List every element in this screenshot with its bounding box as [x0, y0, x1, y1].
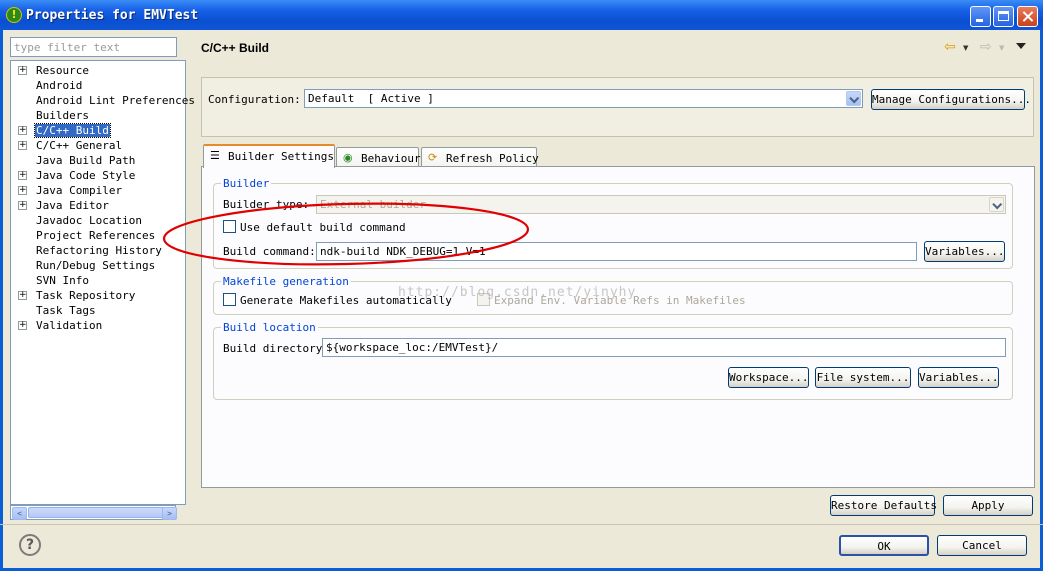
tree-item[interactable]: SVN Info [11, 273, 185, 288]
property-tree[interactable]: + Resource Android Android Lint Preferences… [10, 60, 195, 505]
file-system-button[interactable]: File system... [815, 367, 911, 388]
expand-icon[interactable]: + [18, 201, 27, 210]
expand-icon[interactable]: + [18, 171, 27, 180]
scroll-right-icon[interactable]: > [162, 507, 177, 520]
tree-item-label: Project References [36, 229, 156, 242]
tree-item[interactable]: + Java Compiler [11, 183, 185, 198]
tree-item[interactable]: + Task Repository [11, 288, 185, 303]
makefile-group-title: Makefile generation [221, 275, 351, 288]
view-menu-icon[interactable] [1016, 43, 1026, 49]
filter-input[interactable]: type filter text [10, 37, 177, 57]
configuration-label: Configuration: [208, 93, 301, 106]
list-icon: ☰ [210, 149, 220, 162]
tree-item-label: Android [36, 79, 83, 92]
tab-builder-settings[interactable]: ☰ Builder Settings [203, 144, 335, 168]
forward-arrow-icon: ⇨ [980, 39, 992, 55]
restore-defaults-button[interactable]: Restore Defaults [830, 495, 937, 516]
tree-item-label: Refactoring History [36, 244, 162, 257]
tree-item-label: Java Editor [36, 199, 109, 212]
back-dropdown-icon[interactable]: ▼ [963, 44, 968, 52]
tree-item-label: C/C++ General [36, 139, 123, 152]
builder-variables-button[interactable]: Variables... [924, 241, 1005, 262]
apply-button[interactable]: Apply [943, 495, 1033, 516]
watermark: http://blog.csdn.net/yinyhy [398, 285, 637, 300]
forward-dropdown-icon: ▼ [999, 44, 1005, 52]
workspace-button[interactable]: Workspace... [728, 367, 809, 388]
tree-item[interactable]: Refactoring History [11, 243, 185, 258]
chevron-down-icon [989, 197, 1004, 212]
back-arrow-icon[interactable]: ⇦ [944, 40, 958, 54]
refresh-icon: ⟳ [428, 151, 438, 164]
minimize-icon [976, 19, 983, 22]
build-location-variables-button[interactable]: Variables... [918, 367, 999, 388]
eclipse-app-icon: ! [6, 7, 22, 23]
tree-item[interactable]: + Validation [11, 318, 185, 333]
tree-item[interactable]: + C/C++ Build [11, 123, 185, 138]
tree-item[interactable]: + Resource [11, 63, 185, 78]
tree-item[interactable]: Run/Debug Settings [11, 258, 185, 273]
window-title: Properties for EMVTest [26, 8, 199, 23]
tab-label: Behaviour [361, 152, 421, 165]
tree-item[interactable]: Builders [11, 108, 185, 123]
tab-behaviour[interactable]: ◉ Behaviour [336, 147, 421, 168]
tree-item-label: Java Code Style [36, 169, 136, 182]
tree-item[interactable]: + C/C++ General [11, 138, 185, 153]
expand-icon[interactable]: + [18, 126, 27, 135]
tree-item[interactable]: Task Tags [11, 303, 185, 318]
expand-icon[interactable]: + [18, 141, 27, 150]
scroll-thumb[interactable] [28, 507, 164, 518]
minimize-button[interactable] [970, 6, 991, 27]
expand-icon[interactable]: + [18, 66, 27, 75]
scroll-left-icon[interactable]: < [12, 507, 27, 520]
tree-horizontal-scrollbar[interactable]: < > [10, 505, 177, 520]
tree-item-label: Run/Debug Settings [36, 259, 156, 272]
cancel-button[interactable]: Cancel [937, 535, 1027, 556]
page-title: C/C++ Build [201, 41, 270, 55]
expand-icon[interactable]: + [18, 291, 27, 300]
tree-item[interactable]: Javadoc Location [11, 213, 185, 228]
tree-item[interactable]: + Java Code Style [11, 168, 185, 183]
tree-item-label: Task Tags [36, 304, 96, 317]
tree-item-label: Builders [36, 109, 89, 122]
configuration-value: Default [ Active ] [308, 92, 434, 105]
build-directory-label: Build directory: [223, 342, 329, 355]
tree-item[interactable]: Project References [11, 228, 185, 243]
red-annotation-ellipse [162, 202, 530, 266]
help-icon[interactable]: ? [19, 534, 41, 556]
builder-group-title: Builder [221, 177, 272, 190]
tab-refresh-policy[interactable]: ⟳ Refresh Policy [421, 147, 539, 168]
tree-item-label: Java Build Path [36, 154, 136, 167]
tree-item-label: Android Lint Preferences [36, 94, 195, 107]
tab-label: Builder Settings [228, 150, 334, 163]
tab-label: Refresh Policy [446, 152, 539, 165]
expand-icon[interactable]: + [18, 186, 27, 195]
chevron-down-icon[interactable] [846, 91, 861, 106]
maximize-button[interactable] [993, 6, 1014, 27]
tree-item-label: SVN Info [36, 274, 89, 287]
close-button[interactable] [1017, 6, 1038, 27]
title-bar[interactable]: ! Properties for EMVTest [0, 0, 1043, 30]
tree-item[interactable]: Android [11, 78, 185, 93]
tree-item-label: Java Compiler [36, 184, 123, 197]
expand-icon[interactable]: + [18, 321, 27, 330]
tree-item-label: Task Repository [36, 289, 136, 302]
generate-makefiles-checkbox[interactable] [223, 293, 236, 306]
tree-item-label: Validation [36, 319, 103, 332]
build-location-group-title: Build location [221, 321, 318, 334]
ok-button[interactable]: OK [839, 535, 929, 556]
radio-icon: ◉ [343, 151, 353, 164]
tree-item[interactable]: Android Lint Preferences [11, 93, 195, 108]
tree-item-label: Javadoc Location [36, 214, 142, 227]
build-directory-input[interactable]: ${workspace_loc:/EMVTest}/ [322, 338, 1006, 357]
footer-divider [0, 524, 1043, 525]
tree-item[interactable]: + Java Editor [11, 198, 185, 213]
manage-configurations-button[interactable]: Manage Configurations... [871, 89, 1031, 110]
tree-item-label: C/C++ Build [34, 123, 111, 138]
tree-item[interactable]: Java Build Path [11, 153, 185, 168]
tree-item-label: Resource [36, 64, 89, 77]
